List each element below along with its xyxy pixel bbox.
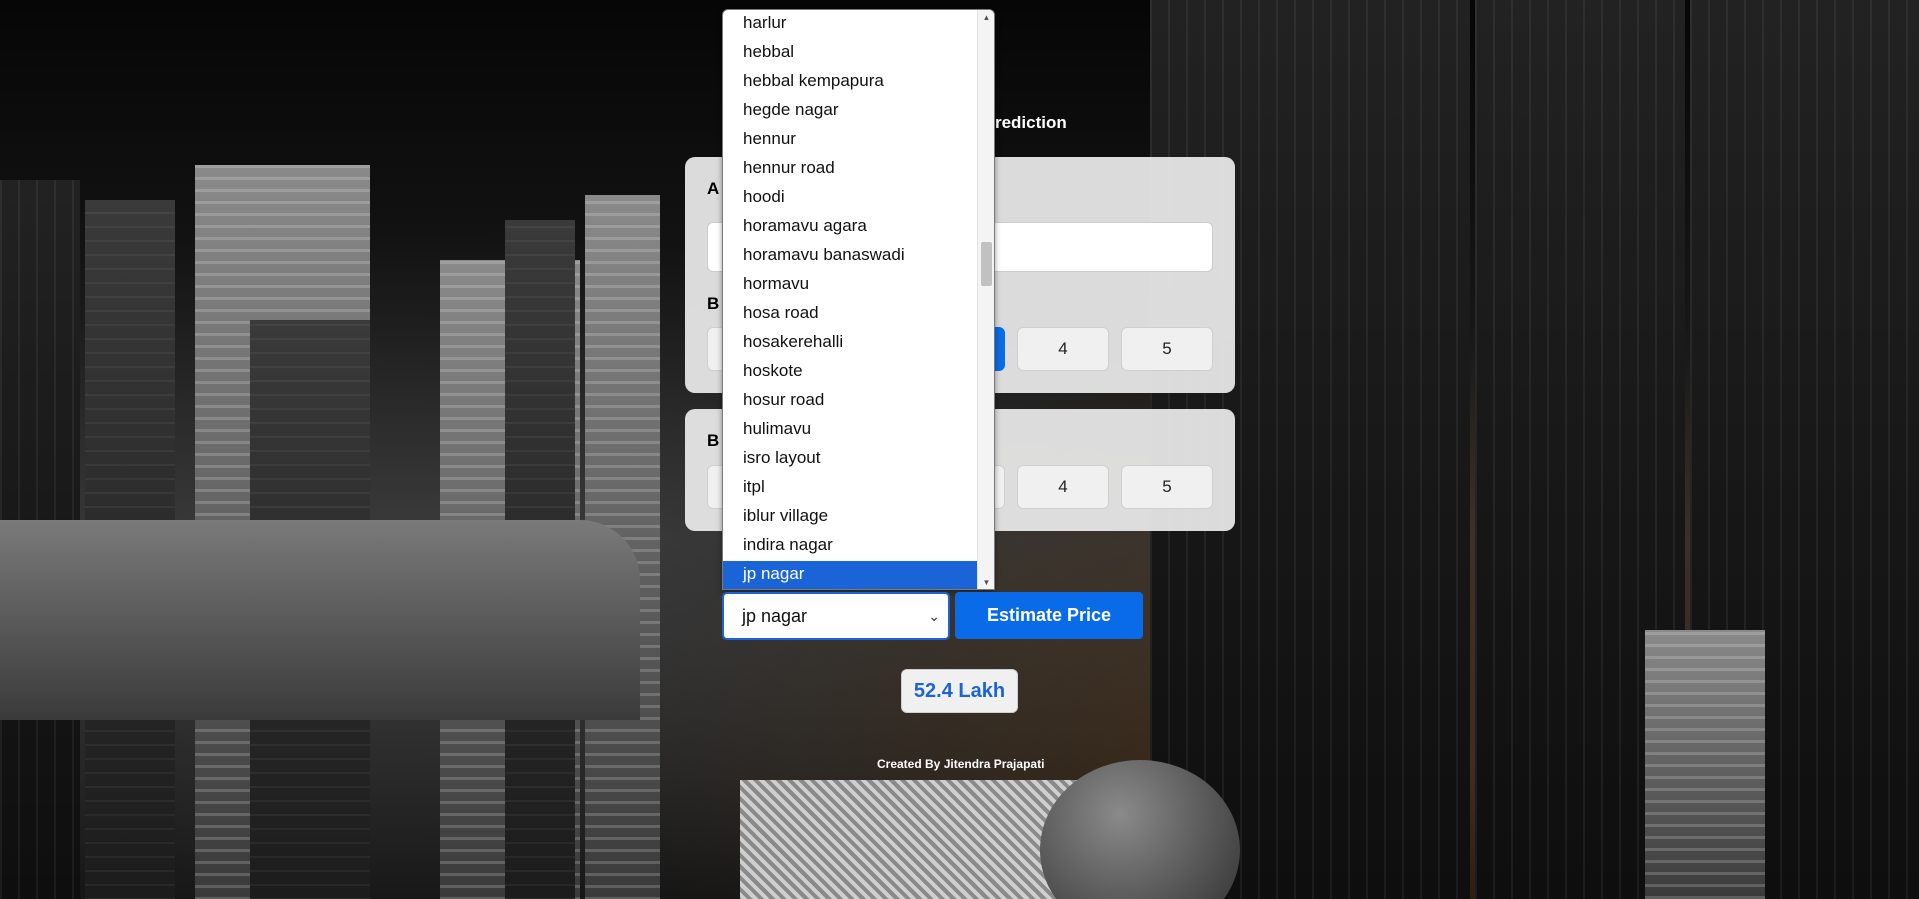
bhk-label: B [707, 294, 720, 313]
location-option[interactable]: itpl [723, 474, 978, 503]
bath-label: B [707, 431, 720, 450]
location-option[interactable]: hosur road [723, 387, 978, 416]
bhk-option-5[interactable]: 5 [1121, 327, 1213, 371]
scroll-down-icon[interactable]: ▼ [978, 575, 994, 589]
location-option[interactable]: hosa road [723, 300, 978, 329]
location-option[interactable]: horamavu banaswadi [723, 242, 978, 271]
location-option[interactable]: harlur [723, 10, 978, 39]
estimated-price: 52.4 Lakh [901, 669, 1018, 713]
location-option[interactable]: isro layout [723, 445, 978, 474]
location-dropdown-list[interactable]: harlur hebbal hebbal kempapura hegde nagar h… [722, 9, 995, 590]
scroll-thumb[interactable] [981, 242, 992, 286]
bath-option-5[interactable]: 5 [1121, 465, 1213, 509]
area-label: A [707, 179, 720, 198]
bath-option-4[interactable]: 4 [1017, 465, 1109, 509]
estimate-price-button[interactable]: Estimate Price [955, 592, 1143, 639]
chevron-down-icon: ⌄ [928, 607, 940, 624]
scroll-up-icon[interactable]: ▲ [978, 10, 994, 24]
location-option[interactable]: horamavu agara [723, 213, 978, 242]
location-option[interactable]: hulimavu [723, 416, 978, 445]
location-select-value: jp nagar [742, 605, 808, 626]
location-option[interactable]: hennur [723, 126, 978, 155]
location-select[interactable]: jp nagar ⌄ [722, 592, 950, 640]
location-option[interactable]: hoodi [723, 184, 978, 213]
footer-credit: Created By Jitendra Prajapati [877, 757, 1045, 771]
location-option[interactable]: iblur village [723, 503, 978, 532]
location-option[interactable]: hebbal [723, 39, 978, 68]
dropdown-scrollbar[interactable]: ▲ ▼ [977, 10, 994, 589]
location-option[interactable]: hebbal kempapura [723, 68, 978, 97]
bhk-option-4[interactable]: 4 [1017, 327, 1109, 371]
location-options: harlur hebbal hebbal kempapura hegde nagar h… [723, 10, 978, 589]
location-option[interactable]: indira nagar [723, 532, 978, 561]
location-option[interactable]: hormavu [723, 271, 978, 300]
location-option[interactable]: hennur road [723, 155, 978, 184]
location-option[interactable]: hegde nagar [723, 97, 978, 126]
location-option[interactable]: jp nagar [723, 561, 978, 589]
location-option[interactable]: hosakerehalli [723, 329, 978, 358]
location-option[interactable]: hoskote [723, 358, 978, 387]
